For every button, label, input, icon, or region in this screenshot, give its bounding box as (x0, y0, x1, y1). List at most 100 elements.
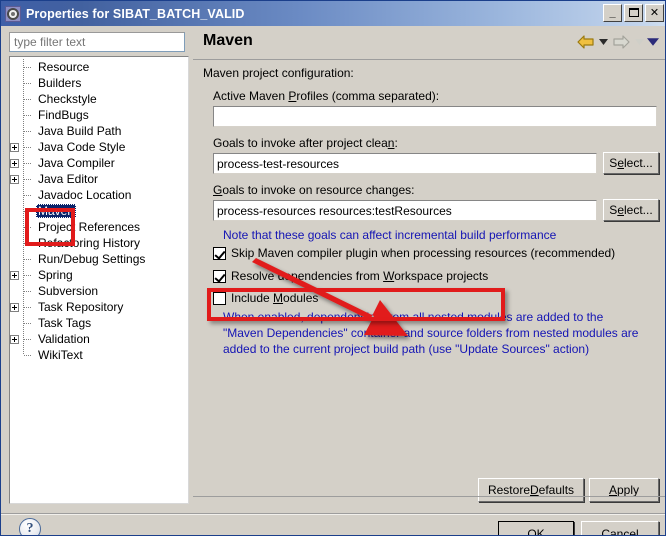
tree-connector-icon (20, 107, 36, 123)
button-mnemonic: A (608, 483, 617, 497)
skip-maven-compiler-checkbox-row[interactable]: Skip Maven compiler plugin when processi… (213, 246, 615, 260)
label-part: orkspace projects (394, 269, 489, 283)
sidebar-item-label: Task Tags (38, 316, 92, 330)
page-menu-chevron-down-icon[interactable] (647, 32, 659, 52)
sidebar-item-task-tags[interactable]: Task Tags (10, 315, 188, 331)
include-modules-checkbox-row[interactable]: Include Modules (213, 291, 318, 305)
filter-input[interactable] (9, 32, 185, 52)
sidebar-item-checkstyle[interactable]: Checkstyle (10, 91, 188, 107)
sidebar-item-java-code-style[interactable]: Java Code Style (10, 139, 188, 155)
button-label-part: S (609, 156, 618, 170)
sidebar-item-project-references[interactable]: Project References (10, 219, 188, 235)
sidebar-item-label: Subversion (38, 284, 99, 298)
maven-settings-content: Maven project configuration: Active Mave… (193, 60, 665, 502)
sidebar-item-subversion[interactable]: Subversion (10, 283, 188, 299)
sidebar-item-validation[interactable]: Validation (10, 331, 188, 347)
button-label-part: lect... (624, 203, 653, 217)
close-icon: ✕ (649, 6, 660, 19)
minimize-button[interactable]: _ (603, 4, 622, 22)
sidebar-item-label: Task Repository (38, 300, 124, 314)
forward-history-chevron-down-icon[interactable] (633, 32, 645, 52)
checkbox-icon[interactable] (213, 269, 226, 283)
forward-arrow-icon[interactable] (611, 32, 631, 52)
expand-icon[interactable] (10, 159, 19, 168)
sidebar-item-maven[interactable]: Maven (10, 203, 188, 219)
restore-defaults-button[interactable]: Restore Defaults (478, 478, 584, 502)
tree-connector-icon (20, 155, 36, 171)
label-part: Goals to invoke after project clea (213, 136, 388, 150)
maximize-button[interactable] (624, 4, 643, 22)
expand-icon[interactable] (10, 175, 19, 184)
cancel-button[interactable]: Cancel (581, 521, 659, 535)
label-mnemonic: G (213, 183, 223, 197)
label-mnemonic: M (273, 291, 284, 305)
back-arrow-icon[interactable] (575, 32, 595, 52)
settings-tree[interactable]: Resource Builders Checkstyle FindBugs Ja… (9, 56, 189, 504)
goals-after-clean-input[interactable] (213, 153, 597, 174)
sidebar-item-task-repository[interactable]: Task Repository (10, 299, 188, 315)
goals-on-resource-changes-input[interactable] (213, 200, 597, 221)
tree-connector-icon (20, 251, 36, 267)
close-button[interactable]: ✕ (645, 4, 664, 22)
expand-icon[interactable] (10, 335, 19, 344)
sidebar-item-label: WikiText (38, 348, 83, 362)
sidebar-item-label: Java Editor (38, 172, 99, 186)
tree-connector-icon (20, 123, 36, 139)
select-goals-on-resource-changes-button[interactable]: Se lect... (603, 199, 659, 221)
sidebar-item-java-compiler[interactable]: Java Compiler (10, 155, 188, 171)
button-label-part: efaults (538, 483, 575, 497)
sidebar-item-java-editor[interactable]: Java Editor (10, 171, 188, 187)
checkbox-icon[interactable] (213, 246, 226, 260)
sidebar-item-run-debug-settings[interactable]: Run/Debug Settings (10, 251, 188, 267)
checkbox-icon[interactable] (213, 291, 226, 305)
label-part: Resolve dependencies from (231, 269, 384, 283)
label-part: : (394, 136, 398, 150)
sidebar-item-label: Run/Debug Settings (38, 252, 146, 266)
back-history-chevron-down-icon[interactable] (597, 32, 609, 52)
sidebar-item-label: Java Compiler (38, 156, 115, 170)
active-profiles-input[interactable] (213, 106, 657, 127)
button-mnemonic: e (617, 203, 624, 217)
tree-connector-icon (20, 283, 36, 299)
resolve-workspace-dependencies-checkbox-row[interactable]: Resolve dependencies from Workspace proj… (213, 269, 488, 283)
include-modules-label: Include Modules (231, 291, 318, 305)
page-title: Maven (203, 32, 253, 49)
sidebar-item-wikitext[interactable]: WikiText (10, 347, 188, 363)
sidebar-item-refactoring-history[interactable]: Refactoring History (10, 235, 188, 251)
tree-connector-icon (20, 139, 36, 155)
tree-connector-icon (20, 219, 36, 235)
expand-icon[interactable] (10, 271, 19, 280)
skip-maven-compiler-label: Skip Maven compiler plugin when processi… (231, 246, 616, 260)
sidebar-item-javadoc-location[interactable]: Javadoc Location (10, 187, 188, 203)
sidebar-item-label: Spring (38, 268, 73, 282)
select-goals-after-clean-button[interactable]: Se lect... (603, 152, 659, 174)
label-part: Include (231, 291, 274, 305)
tree-connector-icon (20, 315, 36, 331)
sidebar-item-label: Javadoc Location (38, 188, 132, 202)
sidebar-item-java-build-path[interactable]: Java Build Path (10, 123, 188, 139)
tree-connector-icon (20, 203, 36, 219)
expand-icon[interactable] (10, 143, 19, 152)
settings-tree-list: Resource Builders Checkstyle FindBugs Ja… (10, 57, 188, 363)
sidebar-item-label: Java Code Style (38, 140, 126, 154)
apply-button[interactable]: Apply (589, 478, 659, 502)
sidebar-item-resource[interactable]: Resource (10, 59, 188, 75)
page-header: Maven (193, 26, 665, 59)
label-mnemonic: W (383, 269, 395, 283)
section-label: Maven project configuration: (203, 66, 354, 80)
sidebar-item-findbugs[interactable]: FindBugs (10, 107, 188, 123)
footer-divider-highlight (1, 514, 665, 515)
active-profiles-label: Active Maven Profiles (comma separated): (213, 89, 439, 103)
help-button[interactable]: ? (19, 518, 43, 535)
sidebar-item-spring[interactable]: Spring (10, 267, 188, 283)
expand-icon[interactable] (10, 303, 19, 312)
tree-connector-icon (20, 299, 36, 315)
sidebar-item-builders[interactable]: Builders (10, 75, 188, 91)
label-part: rofiles (comma separated): (296, 89, 440, 103)
ok-button[interactable]: OK (498, 521, 574, 535)
tree-connector-icon (20, 331, 36, 347)
tree-connector-icon (20, 91, 36, 107)
tree-connector-icon (20, 171, 36, 187)
apply-section-divider (193, 496, 665, 497)
page-nav-controls (575, 32, 659, 52)
